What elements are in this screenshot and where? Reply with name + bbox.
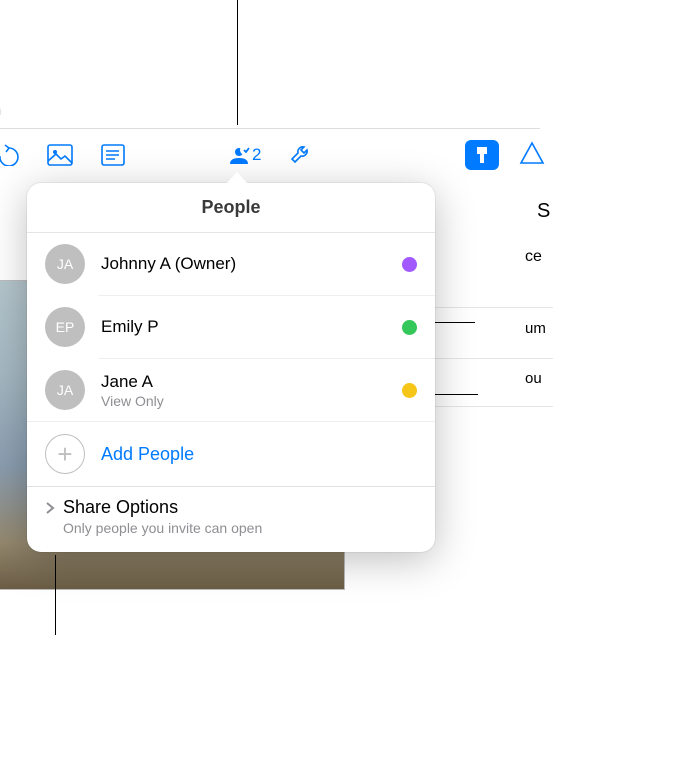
sidebar-partial-ou: ou: [525, 370, 542, 387]
wrench-icon[interactable]: [289, 143, 313, 167]
sidebar-partial-um: um: [525, 320, 546, 337]
popover-title: People: [27, 183, 435, 233]
avatar: JA: [45, 370, 85, 410]
share-options-button[interactable]: Share Options Only people you invite can…: [27, 486, 435, 552]
shape-icon[interactable]: [519, 141, 545, 170]
format-brush-button[interactable]: [465, 140, 499, 170]
toolbar: 2: [0, 133, 540, 177]
comment-icon[interactable]: [101, 144, 125, 166]
callout-line: [55, 555, 56, 635]
plus-icon: +: [45, 434, 85, 474]
presence-dot: [402, 257, 417, 272]
person-row-owner[interactable]: JA Johnny A (Owner): [27, 233, 435, 295]
person-permission: View Only: [101, 393, 402, 409]
chevron-right-icon: [45, 501, 55, 520]
share-options-title: Share Options: [63, 497, 262, 518]
person-row[interactable]: JA Jane A View Only: [27, 359, 435, 421]
sidebar-divider: [433, 307, 553, 308]
sidebar-partial-s: S: [537, 200, 550, 223]
person-name: Jane A: [101, 372, 402, 392]
collab-count: 2: [252, 145, 261, 165]
doc-title-partial: ition: [0, 100, 1, 120]
sidebar-partial-ce: ce: [525, 248, 542, 266]
topbar-divider: [0, 128, 540, 129]
callout-line: [237, 0, 238, 125]
collaboration-icon[interactable]: 2: [228, 144, 261, 166]
image-icon[interactable]: [47, 144, 73, 166]
sidebar-divider: [433, 406, 553, 407]
add-people-button[interactable]: + Add People: [27, 421, 435, 486]
add-people-label: Add People: [101, 444, 194, 465]
person-name: Johnny A (Owner): [101, 254, 402, 274]
people-popover: People JA Johnny A (Owner) EP Emily P JA…: [27, 183, 435, 552]
avatar: EP: [45, 307, 85, 347]
presence-dot: [402, 320, 417, 335]
undo-icon[interactable]: [0, 144, 19, 166]
share-options-subtitle: Only people you invite can open: [63, 520, 262, 536]
presence-dot: [402, 383, 417, 398]
sidebar-divider: [433, 358, 553, 359]
person-row[interactable]: EP Emily P: [27, 296, 435, 358]
avatar: JA: [45, 244, 85, 284]
person-name: Emily P: [101, 317, 402, 337]
